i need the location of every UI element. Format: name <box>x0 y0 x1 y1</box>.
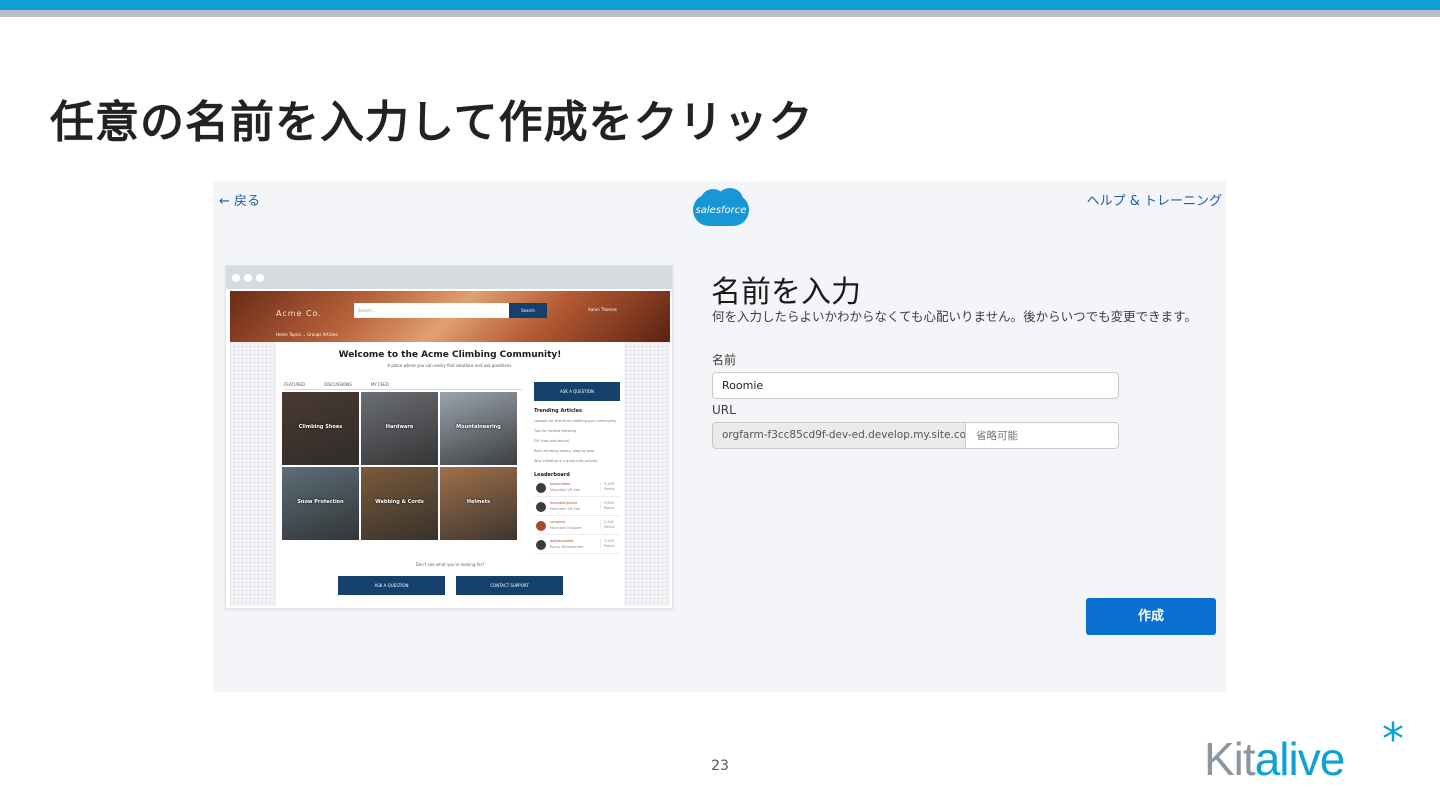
url-suffix-input[interactable] <box>965 422 1119 449</box>
leader-name: jumpand <box>550 520 566 524</box>
leader-points-unit: Points <box>604 525 615 529</box>
leader-points: 2,941 Points <box>600 520 615 530</box>
tile-label: Mountaineering <box>456 424 501 430</box>
slide-top-accent-bar <box>0 0 1440 10</box>
preview-search-button: Search <box>509 303 547 318</box>
preview-topic-tile: Hardware <box>361 392 438 465</box>
slide-title: 任意の名前を入力して作成をクリック <box>50 97 814 148</box>
preview-nav: Home Topics ⌄ Groups Articles <box>276 332 338 337</box>
name-input[interactable] <box>712 372 1119 399</box>
preview-tabs: FEATURED DISCUSSIONS MY FEED <box>284 382 407 387</box>
avatar <box>536 521 546 531</box>
asterisk-icon: * <box>1382 714 1404 765</box>
leader-rank: Mountain Explorer <box>550 526 582 530</box>
preview-user-name: Aaron Thomas <box>588 307 617 312</box>
preview-body: Welcome to the Acme Climbing Community! … <box>230 342 670 606</box>
back-link[interactable]: ← 戻る <box>219 190 260 209</box>
preview-site-name: Acme Co. <box>276 309 322 318</box>
preview-trending-list: Lessons for first-time climbing gym comm… <box>534 416 617 466</box>
leader-rank: Rocky Mountaineer <box>550 545 584 549</box>
trending-item: Lessons for first-time climbing gym comm… <box>534 419 617 423</box>
screenshot-panel: ← 戻る salesforce ヘルプ & トレーニング Acme Co. Se… <box>213 181 1226 692</box>
preview-hero-banner: Acme Co. Search... Search Aaron Thomas H… <box>230 291 670 342</box>
leader-rank: Mountain VR Star <box>550 488 581 492</box>
avatar <box>536 502 546 512</box>
leader-points-unit: Points <box>604 544 615 548</box>
preview-tab-my-feed: MY FEED <box>371 382 389 387</box>
kitalive-logo-part1: Kit <box>1204 733 1256 785</box>
preview-contact-support-button: CONTACT SUPPORT <box>456 576 563 595</box>
trending-item: Rock climbing basics, step by step <box>534 449 595 453</box>
preview-topic-tile: Webbing & Cords <box>361 467 438 540</box>
leader-points: 1,529 Points <box>600 539 615 549</box>
leaderboard-row: wellstraveled Rocky Mountaineer 1,529 Poi… <box>534 537 620 554</box>
window-dot-icon <box>244 274 252 282</box>
tile-label: Hardware <box>385 424 414 430</box>
preview-tab-featured: FEATURED <box>284 382 306 387</box>
leader-name: mountainjunkie <box>550 501 578 505</box>
template-preview: Acme Co. Search... Search Aaron Thomas H… <box>225 265 673 609</box>
tile-label: Snow Protection <box>297 499 344 505</box>
slide-top-gray-bar <box>0 10 1440 17</box>
avatar <box>536 483 546 493</box>
leader-name: wellstraveled <box>550 539 574 543</box>
url-prefix: orgfarm-f3cc85cd9f-dev-ed.develop.my.sit… <box>712 422 966 449</box>
preview-search-input: Search... <box>354 303 509 318</box>
kitalive-logo: Kitalive * <box>1204 718 1419 792</box>
preview-welcome-heading: Welcome to the Acme Climbing Community! <box>338 350 562 360</box>
name-label: 名前 <box>712 353 737 367</box>
window-dot-icon <box>232 274 240 282</box>
preview-tab-discussions: DISCUSSIONS <box>324 382 352 387</box>
preview-trending-heading: Trending Articles <box>534 408 582 414</box>
tile-label: Helmets <box>466 499 491 505</box>
preview-topic-tile: Helmets <box>440 467 517 540</box>
leader-rank: Mountain VR Star <box>550 507 581 511</box>
form-description: 何を入力したらよいかわからなくても心配いりません。後からいつでも変更できます。 <box>712 309 1197 324</box>
preview-topic-tile: Climbing Shoes <box>282 392 359 465</box>
preview-bottom-ask-button: ASK A QUESTION <box>338 576 445 595</box>
tile-label: Climbing Shoes <box>298 424 343 430</box>
trending-item: Tips for limited climbing <box>534 429 577 433</box>
trending-item: Why climbing is a great kids activity <box>534 459 598 463</box>
preview-window-chrome <box>226 266 672 289</box>
leader-points-unit: Points <box>604 506 615 510</box>
preview-main: Welcome to the Acme Climbing Community! … <box>276 342 624 606</box>
trending-item: DIY (dos and don'ts) <box>534 439 570 443</box>
salesforce-logo-text: salesforce <box>695 205 747 216</box>
preview-subtitle: A place where you can easily find soluti… <box>387 363 513 368</box>
preview-ask-question-button: ASK A QUESTION <box>534 382 620 401</box>
window-dot-icon <box>256 274 264 282</box>
leader-name: markclimbs <box>550 482 571 486</box>
leader-points-unit: Points <box>604 487 615 491</box>
form-title: 名前を入力 <box>711 275 861 310</box>
preview-tab-divider <box>284 389 522 390</box>
create-button[interactable]: 作成 <box>1086 598 1216 635</box>
kitalive-logo-part2: alive <box>1254 733 1346 785</box>
preview-cant-find-text: Don't see what you're looking for? <box>415 562 485 567</box>
kitalive-logo-text: Kitalive <box>1204 732 1346 786</box>
url-label: URL <box>712 403 736 417</box>
leaderboard-row: mountainjunkie Mountain VR Star 3,650 Poi… <box>534 499 620 516</box>
salesforce-logo: salesforce <box>693 188 749 228</box>
tile-label: Webbing & Cords <box>375 499 424 505</box>
preview-topic-tile: Mountaineering <box>440 392 517 465</box>
leaderboard-row: jumpand Mountain Explorer 2,941 Points <box>534 518 620 535</box>
help-training-link[interactable]: ヘルプ & トレーニング <box>1087 190 1222 209</box>
leader-points: 5,209 Points <box>600 482 615 492</box>
preview-leaderboard-heading: Leaderboard <box>534 472 570 478</box>
preview-topic-tile: Snow Protection <box>282 467 359 540</box>
leaderboard-row: markclimbs Mountain VR Star 5,209 Points <box>534 480 620 497</box>
leader-points: 3,650 Points <box>600 501 615 511</box>
avatar <box>536 540 546 550</box>
